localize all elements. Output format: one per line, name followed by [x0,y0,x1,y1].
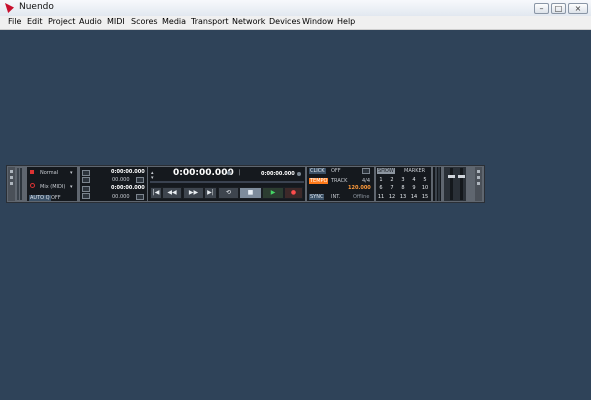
marker-13-button[interactable]: 13 [398,194,408,200]
right-locator-time[interactable]: 0:00:00.000 [111,185,145,191]
menu-file[interactable]: File [8,17,21,26]
record-mode-value[interactable]: Normal [40,170,58,176]
tempo-button[interactable]: TEMPO [309,178,329,184]
left-locator-icon[interactable] [82,170,90,176]
go-to-start-button[interactable]: |◀ [150,187,162,199]
secondary-time-marker-icon: │ [238,170,242,176]
secondary-time-format-icon[interactable] [297,172,301,176]
marker-7-button[interactable]: 7 [387,185,397,191]
menu-network[interactable]: Network [232,17,265,26]
nuendo-logo-icon [5,3,14,13]
marker-8-button[interactable]: 8 [398,185,408,191]
tempo-bpm[interactable]: 120.000 [348,185,371,191]
stop-button[interactable]: ■ [239,187,262,199]
title-bar: Nuendo – □ × [0,0,591,17]
menu-window[interactable]: Window [302,17,334,26]
punch-out-icon[interactable] [82,193,90,199]
output-meter-right [438,167,440,201]
click-value: OFF [331,168,341,174]
transport-gripper[interactable] [8,167,15,201]
left-locator-time[interactable]: 0:00:00.000 [111,169,145,175]
close-button[interactable]: × [568,3,588,14]
menu-edit[interactable]: Edit [27,17,43,26]
marker-6-button[interactable]: 6 [376,185,386,191]
tempo-mode: TRACK [331,178,348,184]
output-fader[interactable] [460,168,463,200]
menu-devices[interactable]: Devices [269,17,301,26]
right-locator-icon[interactable] [82,186,90,192]
menu-transport[interactable]: Transport [191,17,229,26]
position-slider[interactable] [150,181,304,183]
right-offset-icon[interactable] [136,194,144,200]
menu-audio[interactable]: Audio [79,17,102,26]
time-signature[interactable]: 4/4 [362,178,370,184]
marker-label: MARKER [404,168,426,174]
maximize-button[interactable]: □ [551,3,566,14]
marker-4-button[interactable]: 4 [409,177,419,183]
transport-gripper-right[interactable] [475,167,482,201]
primary-time-display[interactable]: 0:00:00.000 [173,168,234,178]
marker-9-button[interactable]: 9 [409,185,419,191]
input-meter-left [17,168,19,200]
show-markers-button[interactable]: SHOW [377,168,395,174]
record-mode-icon [30,170,34,174]
menu-bar: File Edit Project Audio MIDI Scores Medi… [0,16,591,30]
chevron-down-icon[interactable]: ▾ [70,170,73,176]
marker-14-button[interactable]: 14 [409,194,419,200]
cycle-record-mode-value[interactable]: Mix (MIDI) [40,184,65,190]
minimize-button[interactable]: – [534,3,549,14]
sync-status: Offline [353,194,370,200]
menu-media[interactable]: Media [162,17,186,26]
go-to-end-button[interactable]: ▶| [204,187,217,199]
record-button[interactable]: ● [284,187,303,199]
window-title: Nuendo [19,2,54,12]
marker-1-button[interactable]: 1 [376,177,386,183]
right-locator-sub: 00.000 [112,194,130,200]
chevron-down-icon[interactable]: ▾ [70,184,73,190]
rewind-button[interactable]: ◀◀ [162,187,182,199]
marker-3-button[interactable]: 3 [398,177,408,183]
punch-in-icon[interactable] [82,177,90,183]
cycle-record-icon [30,183,35,188]
primary-time-format-icon[interactable] [227,171,231,175]
left-locator-sub: 00.000 [112,177,130,183]
menu-project[interactable]: Project [48,17,75,26]
project-workspace [4,30,587,396]
cycle-button[interactable]: ⟲ [218,187,239,199]
fast-forward-button[interactable]: ▶▶ [183,187,204,199]
auto-quantize-value: OFF [51,195,61,201]
marker-10-button[interactable]: 10 [420,185,430,191]
auto-quantize-button[interactable]: AUTO Q [29,195,51,201]
marker-11-button[interactable]: 11 [376,194,386,200]
input-meter-right [20,168,22,200]
output-fader-knob[interactable] [458,175,465,178]
play-button[interactable]: ▶ [262,187,284,199]
left-offset-icon[interactable] [136,177,144,183]
marker-15-button[interactable]: 15 [420,194,430,200]
marker-5-button[interactable]: 5 [420,177,430,183]
sync-button[interactable]: SYNC [309,194,325,200]
click-settings-icon[interactable] [362,168,370,174]
menu-scores[interactable]: Scores [131,17,158,26]
menu-help[interactable]: Help [337,17,355,26]
secondary-time-display[interactable]: 0:00:00.000 [261,171,295,177]
input-fader[interactable] [450,168,453,200]
menu-midi[interactable]: MIDI [107,17,125,26]
click-button[interactable]: CLICK [309,168,326,174]
marker-2-button[interactable]: 2 [387,177,397,183]
marker-12-button[interactable]: 12 [387,194,397,200]
input-fader-knob[interactable] [448,175,455,178]
sync-mode: INT. [331,194,341,200]
output-meter-left [435,167,437,201]
